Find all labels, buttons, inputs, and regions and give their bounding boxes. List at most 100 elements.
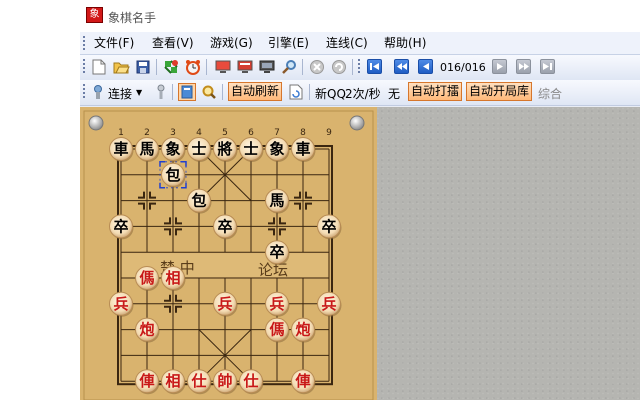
chess-board-panel[interactable]: 123456789 楚 中 论坛 車馬象士將士象車包包馬卒卒卒卒傌相兵兵兵兵炮傌… — [80, 107, 377, 400]
stop-icon[interactable] — [308, 58, 326, 76]
menu-engine[interactable]: 引擎(E) — [268, 35, 309, 51]
piece-label: 相 — [165, 269, 180, 287]
board-red-2-icon[interactable] — [236, 58, 254, 76]
file-number-label: 1 — [118, 128, 124, 138]
file-number-label: 4 — [196, 128, 202, 138]
move-counter: 016/016 — [440, 61, 486, 74]
board-red-icon[interactable] — [214, 58, 232, 76]
toolbar-grip-icon[interactable] — [358, 59, 360, 73]
app-logo-icon: 象 — [86, 7, 103, 23]
piece-label: 炮 — [139, 321, 154, 339]
save-disk-icon[interactable] — [134, 58, 152, 76]
book-database-icon[interactable] — [178, 83, 196, 101]
first-move-icon[interactable] — [367, 59, 382, 74]
piece-label: 象 — [165, 140, 180, 158]
prev-fast-icon[interactable] — [394, 59, 409, 74]
piece-label: 俥 — [138, 372, 154, 390]
toolbar-separator — [172, 84, 173, 100]
composite-button[interactable]: 综合 — [538, 85, 562, 102]
toolbar-separator — [309, 84, 310, 100]
piece-label: 卒 — [113, 217, 128, 235]
piece-label: 車 — [113, 140, 128, 158]
menu-game[interactable]: 游戏(G) — [210, 35, 253, 51]
piece-label: 卒 — [321, 217, 336, 235]
file-number-label: 3 — [170, 128, 176, 138]
menubar-grip-icon[interactable] — [83, 36, 85, 50]
piece-label: 帥 — [217, 372, 232, 390]
toolbar-grip-icon[interactable] — [83, 59, 85, 73]
app-window: 象 象棋名手 文件(F) 查看(V) 游戏(G) 引擎(E) 连线(C) 帮助(… — [80, 0, 640, 400]
speed-label: 2次/秒 — [345, 87, 381, 101]
refresh-page-icon[interactable] — [287, 83, 305, 101]
piece-label: 相 — [165, 372, 180, 390]
file-number-label: 6 — [248, 128, 254, 138]
menu-help[interactable]: 帮助(H) — [384, 35, 426, 51]
piece-label: 卒 — [217, 217, 232, 235]
connect-dropdown-icon[interactable]: ▼ — [136, 88, 142, 97]
engine-puzzle-icon[interactable] — [162, 58, 180, 76]
piece-label: 包 — [165, 166, 180, 184]
piece-label: 卒 — [269, 243, 284, 261]
menu-file[interactable]: 文件(F) — [94, 35, 134, 51]
open-folder-icon[interactable] — [112, 58, 130, 76]
file-number-label: 8 — [300, 128, 306, 138]
connection-toolbar: 连接 ▼ 自动刷新 新QQ 2次/秒 无 自动打擂 自动开局库 综合 — [80, 80, 640, 106]
board-corner-knob-icon — [349, 115, 365, 131]
window-title: 象棋名手 — [108, 11, 157, 25]
toolbar-separator — [156, 59, 157, 75]
file-number-label: 5 — [222, 128, 228, 138]
link-tool-icon[interactable] — [152, 83, 170, 101]
alarm-clock-icon[interactable] — [184, 58, 202, 76]
piece-label: 馬 — [139, 140, 154, 158]
main-toolbar: 016/016 — [80, 55, 640, 81]
piece-label: 炮 — [295, 321, 310, 339]
undo-icon[interactable] — [330, 58, 348, 76]
connect-button[interactable]: 连接 — [108, 85, 132, 102]
piece-label: 俥 — [294, 372, 310, 390]
title-bar: 象 象棋名手 — [80, 0, 640, 32]
piece-label: 士 — [191, 140, 206, 158]
side-panel — [377, 107, 640, 400]
piece-label: 兵 — [217, 295, 232, 313]
next-fast-icon[interactable] — [516, 59, 531, 74]
piece-label: 兵 — [321, 295, 336, 313]
piece-label: 兵 — [269, 295, 284, 313]
last-move-icon[interactable] — [540, 59, 555, 74]
toolbar-separator — [352, 59, 353, 75]
source-label: 新QQ — [315, 87, 346, 101]
chess-board[interactable]: 123456789 楚 中 论坛 車馬象士將士象車包包馬卒卒卒卒傌相兵兵兵兵炮傌… — [80, 107, 377, 400]
file-number-label: 2 — [144, 128, 150, 138]
prev-move-icon[interactable] — [418, 59, 433, 74]
piece-label: 車 — [295, 140, 310, 158]
piece-label: 仕 — [190, 372, 206, 390]
monitor-icon[interactable] — [258, 58, 276, 76]
toolbar-separator — [206, 59, 207, 75]
piece-label: 士 — [243, 140, 258, 158]
status-none-label: 无 — [388, 87, 401, 101]
auto-arena-button[interactable]: 自动打擂 — [408, 82, 463, 101]
piece-label: 傌 — [269, 321, 284, 339]
toolbar-separator — [302, 59, 303, 75]
new-file-icon[interactable] — [90, 58, 108, 76]
piece-label: 象 — [269, 140, 284, 158]
menu-connect[interactable]: 连线(C) — [326, 35, 368, 51]
board-corner-knob-icon — [88, 115, 104, 131]
piece-label: 包 — [191, 192, 206, 210]
file-number-label: 7 — [274, 128, 280, 138]
toolbar-separator — [222, 84, 223, 100]
toolbar-grip-icon[interactable] — [83, 84, 85, 98]
auto-refresh-button[interactable]: 自动刷新 — [228, 82, 283, 101]
file-number-label: 9 — [326, 128, 332, 138]
next-move-icon[interactable] — [492, 59, 507, 74]
search-magnifier-icon[interactable] — [280, 58, 298, 76]
piece-label: 馬 — [269, 192, 284, 210]
menu-view[interactable]: 查看(V) — [152, 35, 194, 51]
piece-label: 傌 — [139, 269, 154, 287]
piece-label: 兵 — [113, 295, 128, 313]
piece-label: 仕 — [242, 372, 258, 390]
connect-plug-icon — [89, 83, 107, 101]
piece-label: 將 — [217, 140, 232, 158]
auto-opening-book-button[interactable]: 自动开局库 — [466, 82, 533, 101]
menu-bar: 文件(F) 查看(V) 游戏(G) 引擎(E) 连线(C) 帮助(H) — [80, 32, 640, 55]
magnifier-icon[interactable] — [200, 83, 218, 101]
